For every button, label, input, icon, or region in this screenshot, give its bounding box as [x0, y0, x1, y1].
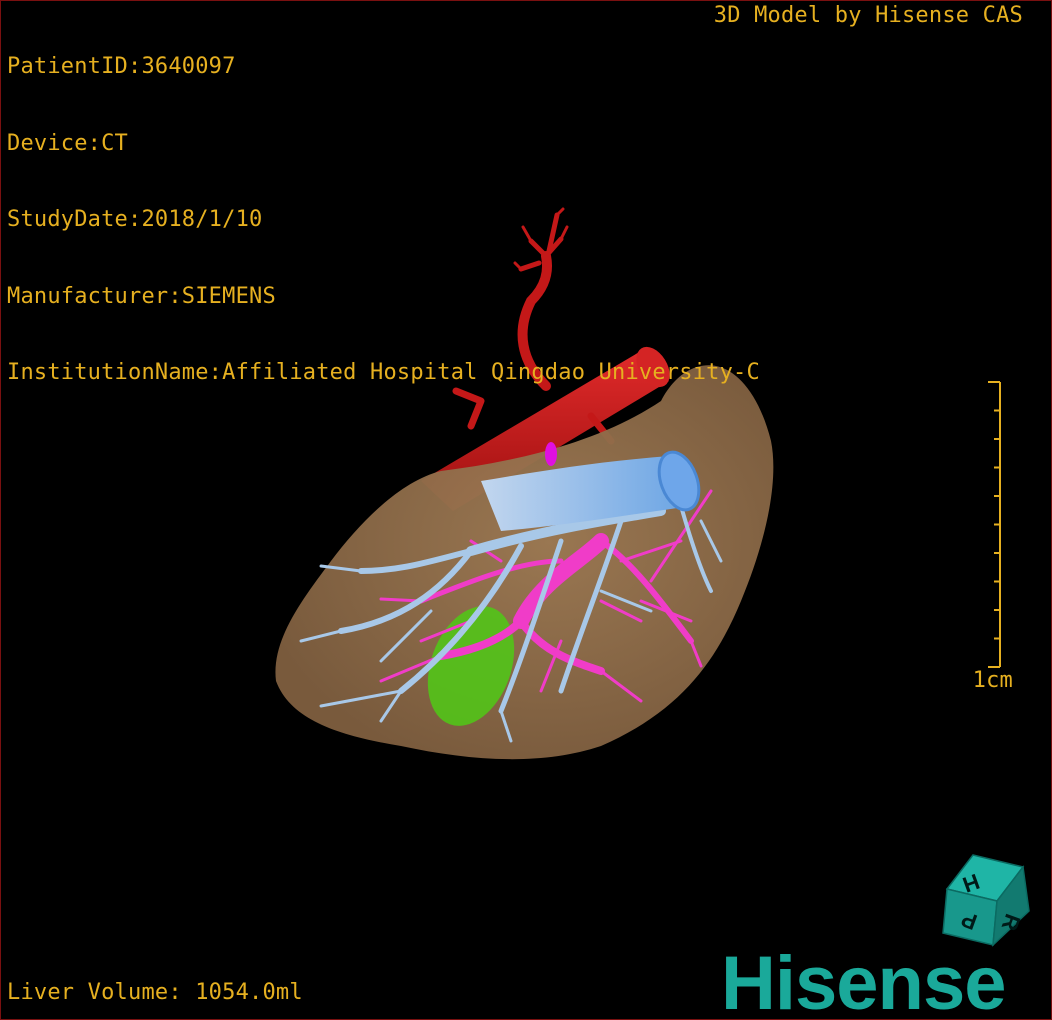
- scale-label: 1cm: [972, 668, 1013, 693]
- patient-id: PatientID:3640097: [7, 54, 236, 79]
- manufacturer: Manufacturer:SIEMENS: [7, 283, 276, 309]
- orientation-cube-icon[interactable]: H P R: [933, 841, 1041, 947]
- svg-text:Hisense: Hisense: [721, 941, 1006, 1019]
- study-date: StudyDate:2018/1/10: [7, 207, 263, 232]
- 3d-viewport[interactable]: PatientID:3640097 Device:CT StudyDate:20…: [0, 0, 1052, 1020]
- liver-volume: Liver Volume: 1054.0ml: [7, 979, 303, 1005]
- scale-bar: [988, 381, 1001, 668]
- model-title: 3D Model by Hisense CAS: [713, 3, 1023, 28]
- device: Device:CT: [7, 130, 129, 156]
- hisense-logo: Hisense: [721, 941, 1007, 1019]
- dicom-info-overlay: PatientID:3640097 Device:CT StudyDate:20…: [7, 3, 760, 437]
- institution-name: InstitutionName:Affiliated Hospital Qing…: [7, 360, 760, 385]
